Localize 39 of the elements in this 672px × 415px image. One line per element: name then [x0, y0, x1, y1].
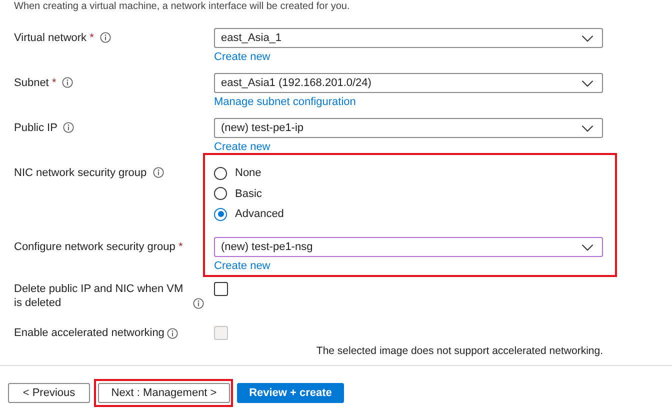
intro-text: When creating a virtual machine, a network interface will be created for you.	[14, 0, 351, 14]
field-label: NIC network security group	[14, 167, 147, 179]
radio-button[interactable]	[214, 166, 227, 180]
dropdown[interactable]: (new) test-pe1-ip	[214, 118, 603, 138]
info-icon[interactable]	[100, 32, 111, 43]
checkbox[interactable]	[214, 282, 228, 296]
radio-button[interactable]	[214, 187, 227, 200]
chevron-down-icon	[581, 124, 594, 132]
dropdown[interactable]: east_Asia_1	[214, 28, 603, 48]
review-create-button[interactable]: Review + create	[237, 383, 344, 403]
field-label: Delete public IP and NIC when VM is deleted	[14, 282, 184, 310]
radio-label[interactable]: Advanced	[235, 208, 284, 220]
info-icon[interactable]	[193, 298, 204, 309]
link[interactable]: Create new	[214, 258, 270, 274]
link[interactable]: Create new	[214, 49, 270, 65]
required-mark: *	[90, 32, 94, 44]
link[interactable]: Create new	[214, 139, 270, 155]
link[interactable]: Manage subnet configuration	[214, 94, 356, 110]
nav-button[interactable]: Next : Management >	[98, 383, 230, 403]
required-mark: *	[178, 241, 183, 253]
note-text: The selected image does not support accelerated networking.	[316, 345, 603, 357]
info-icon[interactable]	[152, 167, 164, 178]
field-label: Subnet	[14, 77, 49, 89]
radio-label[interactable]: None	[235, 167, 262, 179]
chevron-down-icon	[581, 80, 594, 86]
radio-label[interactable]: Basic	[235, 188, 262, 200]
required-mark: *	[52, 77, 56, 89]
nav-button[interactable]: < Previous	[8, 383, 90, 403]
info-icon[interactable]	[62, 77, 74, 88]
dropdown[interactable]: east_Asia1 (192.168.201.0/24)	[214, 73, 603, 93]
field-label: Configure network security group	[14, 241, 176, 253]
dropdown[interactable]: (new) test-pe1-nsg	[214, 237, 603, 257]
radio-button[interactable]	[214, 208, 227, 220]
field-label: Enable accelerated networking	[14, 326, 164, 340]
chevron-down-icon	[581, 34, 594, 42]
field-label: Public IP	[14, 122, 58, 134]
info-icon[interactable]	[63, 122, 74, 133]
field-label: Virtual network	[14, 32, 87, 44]
chevron-down-icon	[581, 244, 594, 250]
